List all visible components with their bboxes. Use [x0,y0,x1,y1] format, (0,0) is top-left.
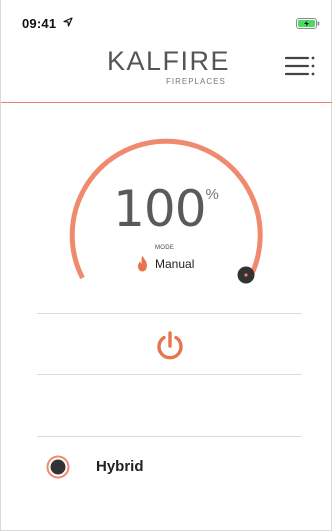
dial-value: 100% [61,180,271,238]
divider [37,436,302,437]
radio-button-icon[interactable] [46,455,70,479]
mode-label: MODE [155,245,175,251]
location-arrow-icon [63,17,73,27]
app-header: KALFIRE FIREPLACES [1,40,332,103]
flame-icon [138,255,147,272]
hybrid-label: Hybrid [96,458,144,475]
flame-level-dial[interactable]: 100% MODE Manual [61,138,271,288]
app-screen: 09:41 KALFIRE FIREPLACES 100% MODE Manua… [0,0,332,531]
hamburger-menu-icon[interactable] [285,55,315,77]
dial-unit: % [205,186,219,203]
brand-logo-name: KALFIRE [107,46,231,76]
divider [37,374,302,375]
mode-value: Manual [155,257,195,271]
power-icon[interactable] [154,330,186,362]
divider [37,313,302,314]
status-time: 09:41 [22,16,57,31]
brand-logo-subtitle: FIREPLACES [166,77,226,86]
dial-number: 100 [113,180,206,238]
status-bar: 09:41 [1,0,332,40]
battery-charging-icon [296,18,320,29]
hybrid-option[interactable]: Hybrid [41,452,241,482]
